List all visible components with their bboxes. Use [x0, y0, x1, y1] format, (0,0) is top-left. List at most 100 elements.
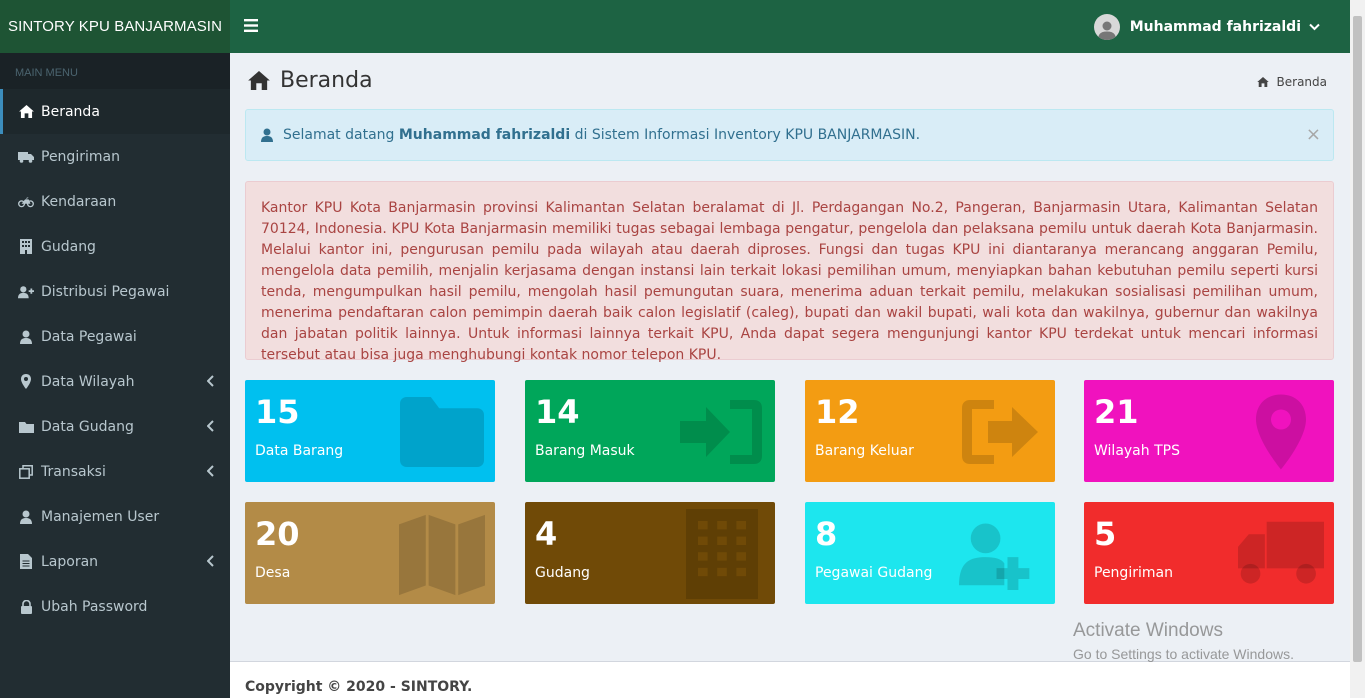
main-content: Beranda Beranda Selamat datang Muhammad … [230, 53, 1350, 661]
motorcycle-icon [18, 194, 34, 210]
sidebar-item-data-pegawai[interactable]: Data Pegawai [0, 314, 230, 359]
user-menu[interactable]: Muhammad fahrizaldi [1093, 0, 1320, 53]
page-title-text: Beranda [280, 68, 373, 93]
user-plus-icon [959, 516, 1045, 592]
chevron-down-icon [1309, 23, 1320, 31]
welcome-alert: Selamat datang Muhammad fahrizaldi di Si… [245, 109, 1334, 161]
stat-label: Pegawai Gudang [815, 565, 933, 581]
stat-box-gudang[interactable]: 4 Gudang [525, 502, 775, 604]
footer: Copyright © 2020 - SINTORY. [230, 661, 1350, 698]
stat-count: 14 [535, 393, 580, 431]
info-alert: Kantor KPU Kota Banjarmasin provinsi Kal… [245, 181, 1334, 363]
app-brand[interactable]: SINTORY KPU BANJARMASIN [0, 0, 230, 53]
sidebar-item-label: Gudang [41, 238, 96, 255]
stat-count: 5 [1094, 515, 1117, 553]
sidebar-item-label: Data Pegawai [41, 328, 137, 345]
welcome-name: Muhammad fahrizaldi [398, 127, 571, 143]
map-icon [399, 514, 485, 596]
sidebar-item-distribusi-pegawai[interactable]: Distribusi Pegawai [0, 269, 230, 314]
file-icon [18, 554, 34, 570]
user-icon [261, 128, 273, 142]
sidebar-item-label: Data Wilayah [41, 373, 135, 390]
chevron-left-icon [206, 463, 216, 479]
sidebar-item-gudang[interactable]: Gudang [0, 224, 230, 269]
sidebar-item-data-wilayah[interactable]: Data Wilayah [0, 359, 230, 404]
top-navbar: Muhammad fahrizaldi [230, 0, 1350, 53]
map-marker-icon [18, 374, 34, 390]
sidebar-item-kendaraan[interactable]: Kendaraan [0, 179, 230, 224]
close-icon[interactable]: × [1306, 124, 1321, 145]
sidebar-item-label: Manajemen User [41, 508, 160, 525]
sidebar-item-data-gudang[interactable]: Data Gudang [0, 404, 230, 449]
user-plus-icon [18, 284, 34, 300]
stat-box-wilayah-tps[interactable]: 21 Wilayah TPS [1084, 380, 1334, 482]
sign-out-icon [959, 394, 1045, 470]
sidebar-item-ubah-password[interactable]: Ubah Password [0, 584, 230, 629]
home-icon [1256, 77, 1269, 87]
welcome-prefix: Selamat datang [283, 127, 395, 143]
chevron-left-icon [206, 418, 216, 434]
stat-label: Wilayah TPS [1094, 443, 1180, 459]
chevron-left-icon [206, 373, 216, 389]
sidebar-item-label: Ubah Password [41, 598, 148, 615]
sidebar-item-label: Beranda [41, 103, 100, 120]
page-title: Beranda [248, 68, 373, 93]
stat-box-barang-masuk[interactable]: 14 Barang Masuk [525, 380, 775, 482]
vertical-scrollbar[interactable] [1350, 0, 1365, 698]
breadcrumb-item[interactable]: Beranda [1277, 75, 1327, 89]
home-icon [248, 71, 270, 90]
stat-count: 20 [255, 515, 300, 553]
stat-label: Pengiriman [1094, 565, 1173, 581]
watermark-title: Activate Windows [1073, 620, 1223, 641]
sidebar-item-beranda[interactable]: Beranda [0, 89, 230, 134]
sidebar-item-label: Pengiriman [41, 148, 120, 165]
stat-box-barang-keluar[interactable]: 12 Barang Keluar [805, 380, 1055, 482]
folder-icon [18, 419, 34, 435]
truck-icon [18, 149, 34, 165]
truck-icon [1238, 516, 1324, 592]
building-icon [18, 239, 34, 255]
stat-count: 12 [815, 393, 860, 431]
stat-count: 8 [815, 515, 838, 553]
sidebar-item-label: Transaksi [41, 463, 106, 480]
sidebar-item-pengiriman[interactable]: Pengiriman [0, 134, 230, 179]
breadcrumb: Beranda [1256, 75, 1327, 89]
sidebar: SINTORY KPU BANJARMASIN MAIN MENU Berand… [0, 0, 230, 698]
folder-icon [399, 394, 485, 470]
stat-box-data-barang[interactable]: 15 Data Barang [245, 380, 495, 482]
chevron-left-icon [206, 553, 216, 569]
welcome-suffix: di Sistem Informasi Inventory KPU BANJAR… [574, 127, 921, 143]
menu-toggle-icon[interactable] [244, 19, 260, 35]
user-icon [18, 329, 34, 345]
lock-icon [18, 599, 34, 615]
user-name: Muhammad fahrizaldi [1129, 18, 1301, 35]
watermark-subtitle: Go to Settings to activate Windows. [1073, 646, 1294, 662]
building-icon [679, 509, 765, 599]
user-icon [18, 509, 34, 525]
stat-box-desa[interactable]: 20 Desa [245, 502, 495, 604]
sidebar-item-manajemen-user[interactable]: Manajemen User [0, 494, 230, 539]
stat-label: Barang Keluar [815, 443, 914, 459]
stat-label: Barang Masuk [535, 443, 635, 459]
stat-label: Desa [255, 565, 291, 581]
map-marker-icon [1238, 394, 1324, 470]
stat-count: 21 [1094, 393, 1139, 431]
stat-count: 15 [255, 393, 300, 431]
sidebar-header: MAIN MENU [0, 53, 230, 89]
sidebar-item-label: Kendaraan [41, 193, 117, 210]
sidebar-item-laporan[interactable]: Laporan [0, 539, 230, 584]
sign-in-icon [679, 394, 765, 470]
stat-count: 4 [535, 515, 558, 553]
home-icon [18, 104, 34, 120]
stat-box-pegawai-gudang[interactable]: 8 Pegawai Gudang [805, 502, 1055, 604]
sidebar-item-label: Laporan [41, 553, 99, 570]
stat-label: Gudang [535, 565, 590, 581]
avatar [1093, 13, 1120, 40]
sidebar-item-transaksi[interactable]: Transaksi [0, 449, 230, 494]
scrollbar-thumb[interactable] [1353, 16, 1362, 662]
sidebar-item-label: Distribusi Pegawai [41, 283, 170, 300]
sidebar-item-label: Data Gudang [41, 418, 134, 435]
stat-box-pengiriman[interactable]: 5 Pengiriman [1084, 502, 1334, 604]
stat-label: Data Barang [255, 443, 344, 459]
windows-activation-watermark: Activate Windows Go to Settings to activ… [1073, 620, 1294, 662]
